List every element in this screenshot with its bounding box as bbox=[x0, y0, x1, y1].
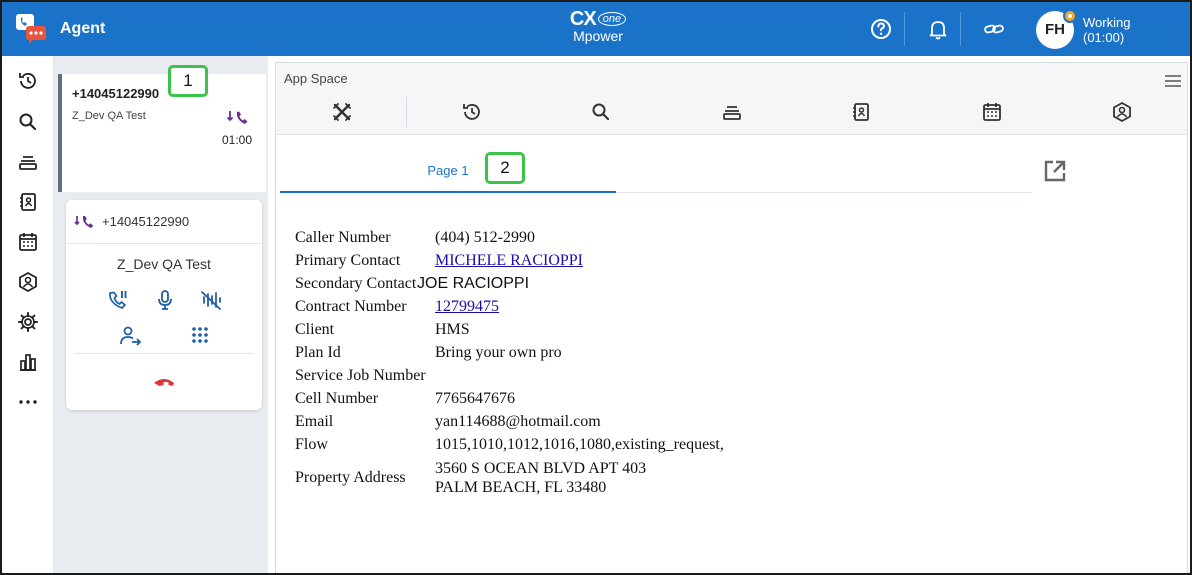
callout-badge-1: 1 bbox=[168, 65, 208, 97]
record-label: Email bbox=[295, 413, 334, 430]
app-title: Agent bbox=[60, 20, 106, 37]
address-book-icon[interactable] bbox=[17, 191, 39, 213]
divider bbox=[406, 97, 407, 127]
agent-state-label: Working bbox=[1083, 15, 1131, 30]
more-icon[interactable] bbox=[17, 391, 39, 413]
record-value: 7765647676 bbox=[435, 390, 515, 407]
history-icon[interactable] bbox=[17, 70, 39, 92]
app-window: Agent CX one Mpower FH Working (01:00) +… bbox=[0, 0, 1192, 575]
agent-state[interactable]: Working (01:00) bbox=[1083, 15, 1130, 45]
status-indicator bbox=[1063, 9, 1077, 23]
settings-icon[interactable] bbox=[17, 311, 39, 333]
call-card-name: Z_Dev QA Test bbox=[117, 256, 211, 272]
search-icon[interactable] bbox=[590, 101, 612, 123]
callout-badge-2: 2 bbox=[485, 152, 525, 184]
interaction-skill: Z_Dev QA Test bbox=[72, 110, 146, 122]
record-value: yan114688@hotmail.com bbox=[435, 413, 601, 430]
profile-icon[interactable] bbox=[17, 271, 39, 293]
brand-cx: CX bbox=[569, 8, 597, 30]
agent-state-timer: (01:00) bbox=[1083, 30, 1125, 45]
hang-up-icon[interactable] bbox=[152, 370, 176, 394]
brand-logo: CX one Mpower bbox=[562, 8, 634, 50]
record-value: Bring your own pro bbox=[435, 344, 562, 361]
mute-icon[interactable] bbox=[153, 288, 177, 312]
divider bbox=[904, 12, 905, 46]
record-label: Client bbox=[295, 321, 335, 338]
left-nav bbox=[2, 56, 54, 573]
call-card-header: +14045122990 bbox=[66, 200, 262, 244]
record-label: Caller Number bbox=[295, 229, 391, 246]
address-book-icon[interactable] bbox=[850, 101, 872, 123]
address-line-2: PALM BEACH, FL 33480 bbox=[435, 479, 607, 496]
interaction-tab[interactable]: +14045122990 Z_Dev QA Test 01:00 bbox=[58, 74, 266, 192]
record-label: Plan Id bbox=[295, 344, 341, 361]
interaction-panel: +14045122990 Z_Dev QA Test 01:00 +140451… bbox=[54, 56, 268, 573]
mask-icon[interactable] bbox=[199, 288, 223, 312]
record-value: (404) 512-2990 bbox=[435, 229, 535, 246]
call-card-number: +14045122990 bbox=[102, 214, 190, 229]
divider bbox=[74, 353, 254, 354]
app-space-title: App Space bbox=[284, 71, 348, 86]
record-label: Property Address bbox=[295, 469, 406, 486]
interaction-timer: 01:00 bbox=[222, 133, 253, 147]
record-link[interactable]: 12799475 bbox=[435, 298, 499, 316]
call-card: +14045122990 Z_Dev QA Test bbox=[66, 200, 262, 410]
hamburger-menu-icon[interactable] bbox=[1163, 73, 1183, 89]
search-icon[interactable] bbox=[17, 111, 39, 133]
record-label: Contract Number bbox=[295, 298, 407, 315]
interaction-number: +14045122990 bbox=[72, 86, 160, 101]
record-label: Flow bbox=[295, 436, 328, 453]
app-space-header: App Space bbox=[276, 63, 1187, 135]
record-value: JOE RACIOPPI bbox=[417, 275, 530, 292]
dialpad-icon[interactable] bbox=[188, 324, 212, 348]
schedule-icon[interactable] bbox=[981, 101, 1003, 123]
link-icon[interactable] bbox=[982, 17, 1006, 41]
record-link[interactable]: MICHELE RACIOPPI bbox=[435, 252, 583, 270]
inbound-call-icon bbox=[226, 108, 252, 128]
help-icon[interactable] bbox=[869, 17, 893, 41]
inbound-call-icon bbox=[74, 212, 96, 232]
agent-logo-icon bbox=[14, 12, 48, 46]
divider bbox=[960, 12, 961, 46]
record-label: Secondary Contact bbox=[295, 275, 417, 292]
brand-one: one bbox=[597, 12, 627, 26]
record-label: Primary Contact bbox=[295, 252, 401, 269]
record-label: Service Job Number bbox=[295, 367, 426, 384]
tools-icon[interactable] bbox=[331, 101, 353, 123]
app-space: App Space Page 1 Caller Number (404) 512… bbox=[275, 62, 1188, 573]
profile-icon[interactable] bbox=[1111, 101, 1133, 123]
transfer-icon[interactable] bbox=[118, 324, 142, 348]
tab-page-1[interactable]: Page 1 bbox=[280, 151, 616, 193]
property-address-value: 3560 S OCEAN BLVD APT 403 PALM BEACH, FL … bbox=[435, 459, 646, 497]
history-icon[interactable] bbox=[461, 101, 483, 123]
hold-icon[interactable] bbox=[106, 288, 130, 312]
bell-icon[interactable] bbox=[926, 17, 950, 41]
queue-icon[interactable] bbox=[17, 151, 39, 173]
top-bar: Agent CX one Mpower FH Working (01:00) bbox=[2, 2, 1190, 56]
record-value: 1015,1010,1012,1016,1080,existing_reques… bbox=[435, 436, 724, 453]
page-tabs: Page 1 bbox=[280, 151, 1032, 193]
address-line-1: 3560 S OCEAN BLVD APT 403 bbox=[435, 460, 647, 477]
record-value: HMS bbox=[435, 321, 470, 338]
schedule-icon[interactable] bbox=[17, 231, 39, 253]
queue-icon[interactable] bbox=[721, 101, 743, 123]
pop-out-icon[interactable] bbox=[1042, 158, 1068, 184]
record-label: Cell Number bbox=[295, 390, 379, 407]
reports-icon[interactable] bbox=[17, 351, 39, 373]
